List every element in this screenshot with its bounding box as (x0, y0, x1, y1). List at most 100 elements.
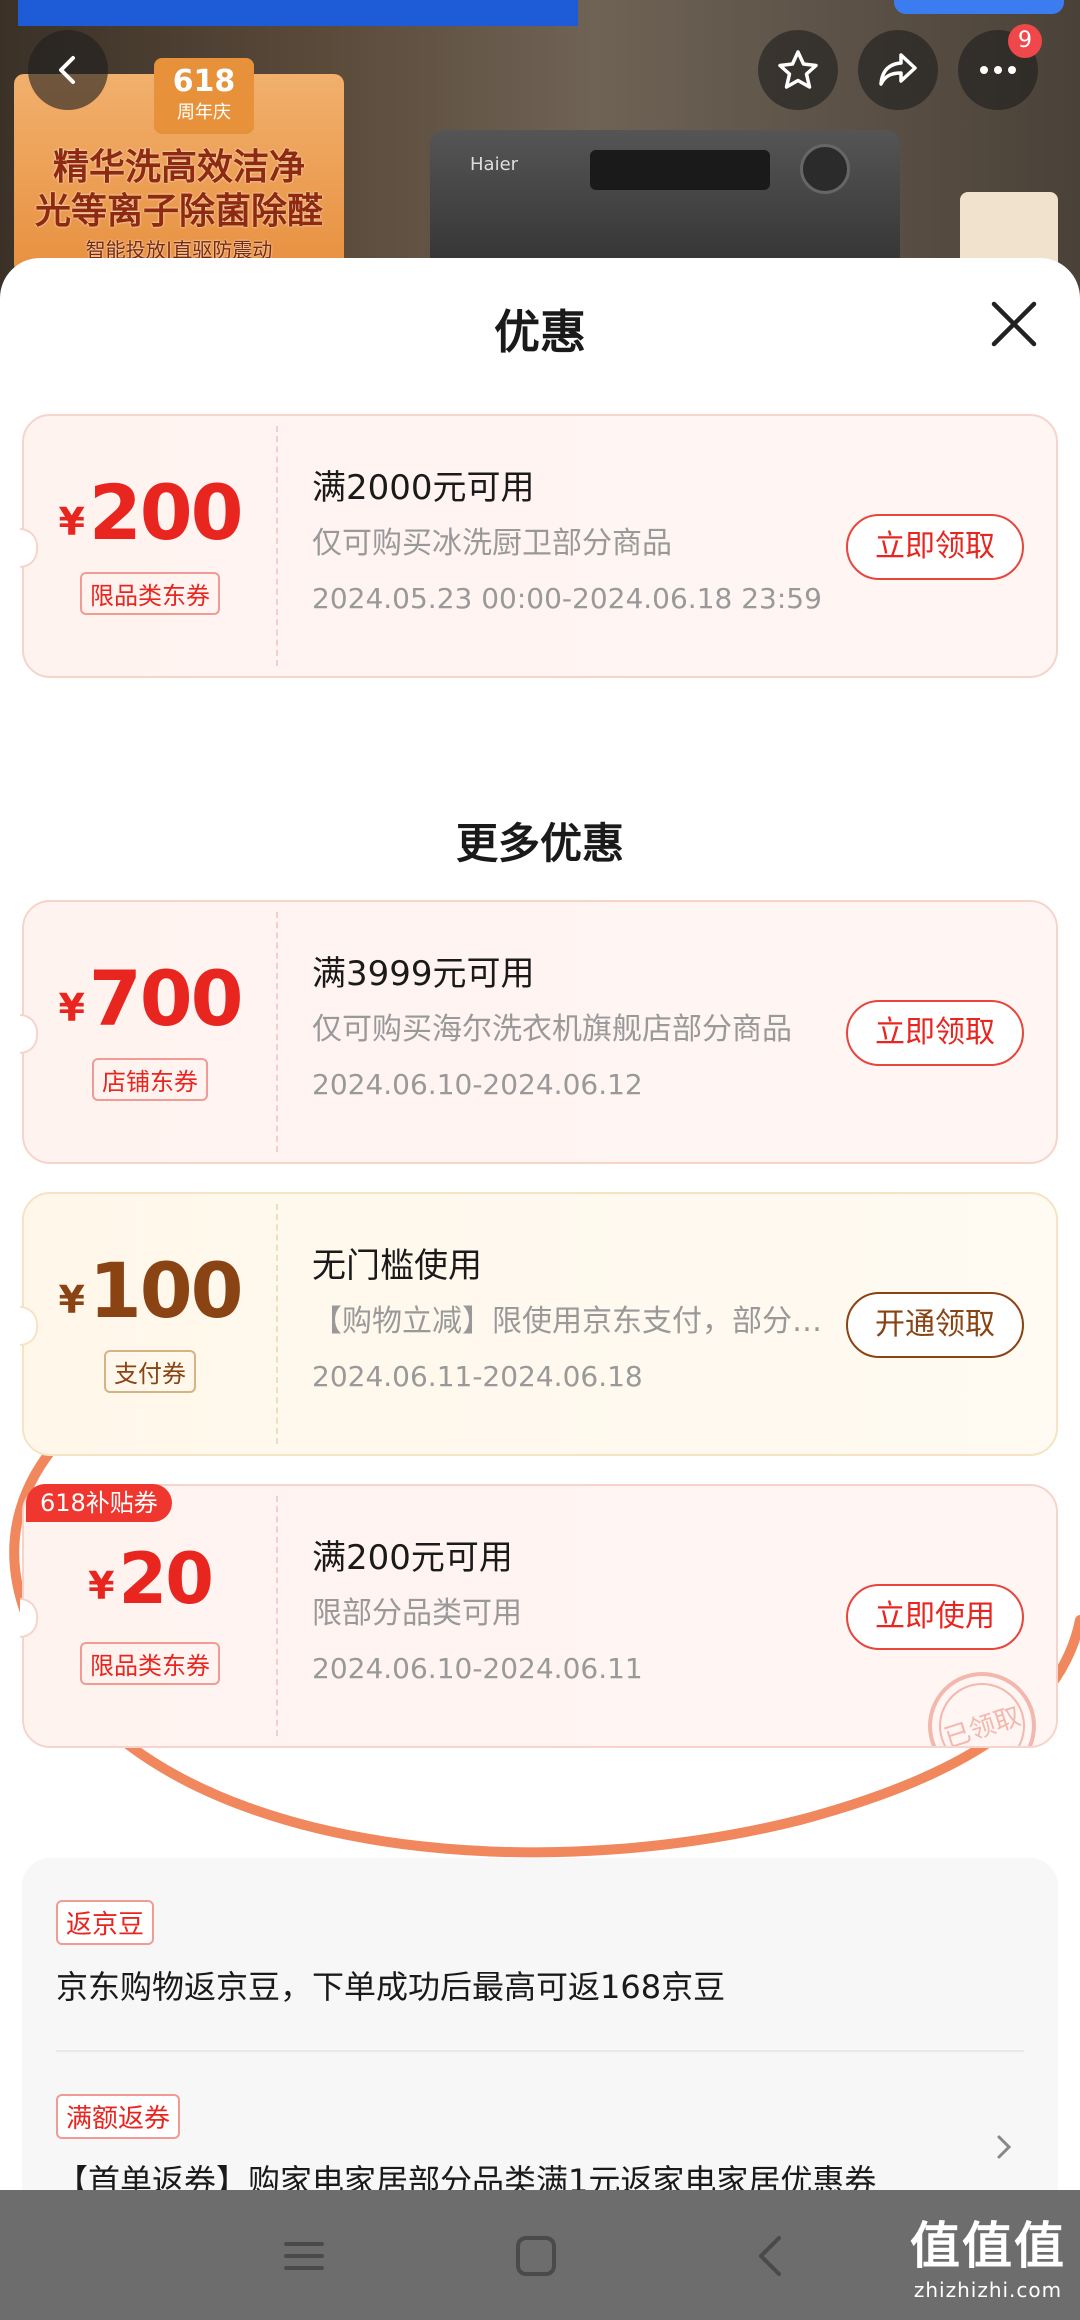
venue-label: 活动会场领取 (268, 1778, 448, 1813)
coupon-condition: 满200元可用 (312, 1538, 513, 1578)
coupon-amount-box: ¥200 限品类东券 (24, 416, 276, 676)
rebate-coupon-text[interactable]: 【首单返券】购家电家居部分品类满1元返家电家居优惠券 (56, 2156, 876, 2190)
coupon-date: 2024.06.11-2024.06.18 (312, 1360, 643, 1393)
more-button[interactable]: 9 (958, 24, 1042, 110)
sheet-header: 优惠 (0, 258, 1080, 398)
coupon-divider (276, 1496, 278, 1736)
notification-badge: 9 (1008, 24, 1042, 58)
more-offers-title: 更多优惠 (455, 819, 624, 868)
stackable-label: 可叠加 (98, 1778, 188, 1813)
machine-panel (590, 150, 770, 190)
coupon-info: 满3999元可用 仅可购买海尔洗衣机旗舰店部分商品 2024.06.10-202… (312, 952, 832, 1104)
coupon-card-100: ¥100 支付券 无门槛使用 【购物立减】限使用京东支付，部分商品可用 2024… (20, 1192, 1058, 1456)
activate-claim-button[interactable]: 开通领取 (846, 1292, 1024, 1358)
venue-info: 活动会场领取 (224, 1770, 448, 1814)
coupon-date: 2024.05.23 00:00-2024.06.18 23:59 (312, 582, 822, 615)
coupon-card-20: 618补贴券 ¥20 限品类东券 满200元可用 限部分品类可用 2024.06… (20, 1484, 1058, 1824)
claim-button[interactable]: 立即领取 (846, 1000, 1024, 1066)
claimed-stamp: 已领取 (922, 1666, 1042, 1746)
stamp-text: 已领取 (941, 1702, 1024, 1746)
close-icon (991, 301, 1037, 347)
currency-symbol: ¥ (88, 1564, 115, 1608)
stackable-label: 可叠加 (98, 708, 188, 743)
nav-back-button[interactable] (738, 2224, 802, 2288)
ticket-icon (225, 1776, 257, 1808)
coupon-divider (276, 1204, 278, 1444)
home-square-icon (516, 2236, 556, 2276)
recent-apps-button[interactable] (272, 2224, 336, 2288)
promo-headline-2: 光等离子除菌除醛 (34, 191, 323, 232)
rebate-card: 返京豆 京东购物返京豆，下单成功后最高可返168京豆 满额返券 【首单返券】购家… (22, 1858, 1058, 2190)
chevron-down-icon[interactable] (998, 1774, 1026, 1794)
currency-symbol: ¥ (58, 1278, 85, 1322)
coupon: ¥700 店铺东券 满3999元可用 仅可购买海尔洗衣机旗舰店部分商品 2024… (20, 900, 1058, 1164)
coupon-amount-box: ¥20 限品类东券 (24, 1486, 276, 1746)
system-nav-bar: 值值值 zhizhizhi.com (0, 2190, 1080, 2320)
coupon-value: 20 (118, 1538, 214, 1620)
rebate-coupon-tag: 满额返券 (56, 2094, 181, 2139)
star-icon (778, 50, 818, 89)
chevron-right-icon[interactable] (994, 2132, 1014, 2162)
divider (56, 2050, 1024, 2052)
coupon-condition: 无门槛使用 (312, 1246, 482, 1286)
close-button[interactable] (986, 296, 1042, 352)
main-coupon-card: ¥200 限品类东券 满2000元可用 仅可购买冰洗厨卫部分商品 2024.05… (20, 414, 1058, 754)
stackable-info: 可叠加 (54, 1770, 188, 1814)
coupon-type-tag: 限品类东券 (80, 1642, 220, 1685)
coupon-divider (276, 912, 278, 1152)
claim-button[interactable]: 立即领取 (846, 514, 1024, 580)
chevron-down-icon[interactable] (998, 704, 1026, 724)
coupon-scope: 仅可购买海尔洗衣机旗舰店部分商品 (312, 1012, 792, 1047)
coupon-value: 700 (88, 954, 244, 1043)
nav-back-icon (759, 2236, 781, 2276)
use-now-button[interactable]: 立即使用 (846, 1584, 1024, 1650)
coupon-scope: 限部分品类可用 (312, 1596, 522, 1631)
coupon-amount-box: ¥700 店铺东券 (24, 902, 276, 1162)
promo-badge: 618 周年庆 (154, 58, 254, 134)
coupon-card-700: ¥700 店铺东券 满3999元可用 仅可购买海尔洗衣机旗舰店部分商品 2024… (20, 900, 1058, 1164)
machine-knob (800, 144, 850, 194)
coupon-type-tag: 限品类东券 (80, 572, 220, 615)
favorite-button[interactable] (758, 30, 838, 110)
coupon-amount-box: ¥100 支付券 (24, 1194, 276, 1454)
machine-brand: Haier (470, 154, 519, 175)
stackable-info: 可叠加 (54, 700, 188, 744)
share-icon (879, 53, 917, 86)
share-button[interactable] (858, 30, 938, 110)
promo-badge-number: 618 (172, 64, 236, 99)
rebate-bean-tag: 返京豆 (56, 1900, 155, 1945)
coupon-info: 满200元可用 限部分品类可用 2024.06.10-2024.06.11 (312, 1536, 832, 1688)
rebate-bean-text: 京东购物返京豆，下单成功后最高可返168京豆 (56, 1968, 726, 2006)
coupon: ¥100 支付券 无门槛使用 【购物立减】限使用京东支付，部分商品可用 2024… (20, 1192, 1058, 1456)
back-icon (59, 56, 75, 84)
stack-icon (55, 706, 87, 738)
coupon-amount: ¥100 (24, 1246, 276, 1335)
coupon-type-tag: 店铺东券 (92, 1058, 208, 1101)
coupon-amount: ¥20 (24, 1538, 276, 1620)
coupon-info: 无门槛使用 【购物立减】限使用京东支付，部分商品可用 2024.06.11-20… (312, 1244, 832, 1396)
watermark-logo: 值值值 (910, 2217, 1066, 2275)
coupon-divider (276, 426, 278, 666)
coupon: 618补贴券 ¥20 限品类东券 满200元可用 限部分品类可用 2024.06… (20, 1484, 1058, 1748)
coupon-value: 200 (88, 468, 244, 557)
coupon-amount: ¥700 (24, 954, 276, 1043)
coupon-date: 2024.06.10-2024.06.12 (312, 1068, 643, 1101)
coupon-condition: 满2000元可用 (312, 468, 535, 508)
sheet-title: 优惠 (494, 305, 586, 359)
top-banner-strip (18, 0, 578, 26)
back-button[interactable] (28, 30, 108, 110)
home-button[interactable] (504, 2224, 568, 2288)
coupon-condition: 满3999元可用 (312, 954, 535, 994)
coupon-sheet: 优惠 ¥200 限品类东券 满2000元可用 仅可购买冰洗厨卫部分商品 2024… (0, 258, 1080, 2190)
menu-icon (284, 2242, 324, 2270)
watermark-url: zhizhizhi.com (913, 2278, 1063, 2302)
currency-symbol: ¥ (58, 986, 85, 1030)
coupon-date: 2024.06.10-2024.06.11 (312, 1652, 643, 1685)
watermark: 值值值 zhizhizhi.com (910, 2206, 1066, 2302)
coupon-scope: 【购物立减】限使用京东支付，部分商品可用 (312, 1304, 832, 1339)
top-right-banner (894, 0, 1064, 14)
coupon-scope: 仅可购买冰洗厨卫部分商品 (312, 526, 672, 561)
coupon-info: 满2000元可用 仅可购买冰洗厨卫部分商品 2024.05.23 00:00-2… (312, 466, 832, 618)
coupon-amount: ¥200 (24, 468, 276, 557)
coupon-value: 100 (88, 1246, 244, 1335)
